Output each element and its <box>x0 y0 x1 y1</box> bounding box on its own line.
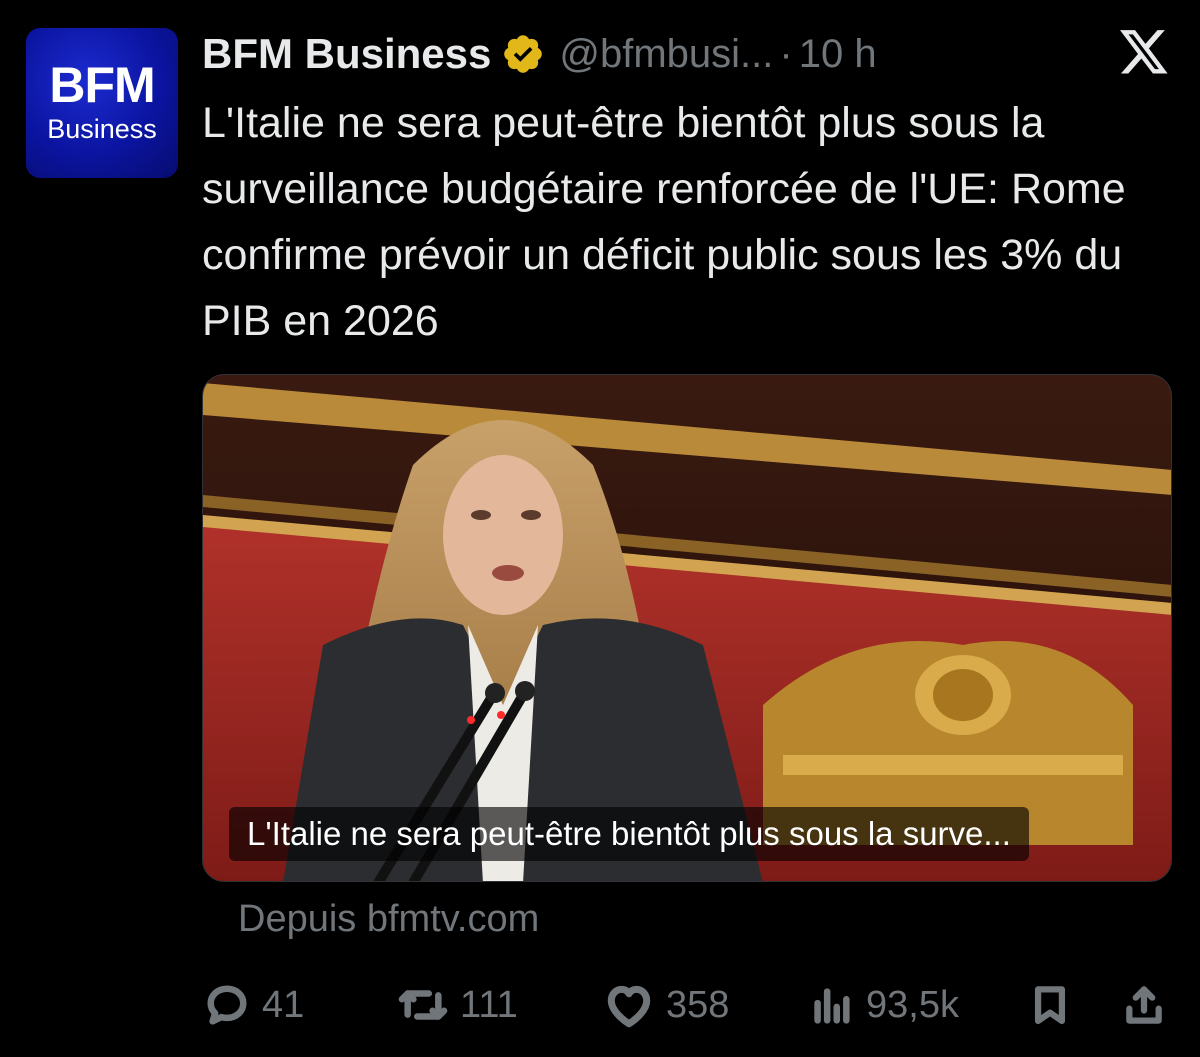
avatar-sub: Business <box>47 113 157 144</box>
author-handle[interactable]: @bfmbusi... <box>559 32 773 77</box>
share-button[interactable] <box>1122 970 1166 1040</box>
heart-icon <box>607 985 651 1028</box>
bookmark-button[interactable] <box>1028 970 1072 1040</box>
repost-count: 111 <box>460 983 518 1026</box>
reply-button[interactable]: 41 <box>204 970 304 1040</box>
x-logo-icon <box>1120 30 1168 74</box>
bookmark-icon <box>1034 986 1066 1025</box>
card-photo <box>203 375 1171 881</box>
views-icon <box>814 988 850 1024</box>
card-title: L'Italie ne sera peut-être bientôt plus … <box>229 807 1029 861</box>
link-card[interactable]: L'Italie ne sera peut-être bientôt plus … <box>202 374 1172 882</box>
card-source[interactable]: Depuis bfmtv.com <box>238 898 539 941</box>
action-bar: 41 111 358 93,5k <box>0 970 1200 1040</box>
reply-count: 41 <box>262 983 305 1026</box>
like-button[interactable]: 358 <box>604 970 729 1040</box>
separator-dot: · <box>779 31 793 76</box>
like-count: 358 <box>666 983 730 1026</box>
verified-badge-icon[interactable] <box>501 32 545 76</box>
tweet-header: BFM Business @bfmbusi... · 10 h <box>202 28 877 80</box>
timestamp[interactable]: 10 h <box>799 32 877 77</box>
tweet-text: L'Italie ne sera peut-être bientôt plus … <box>202 99 1126 345</box>
repost-icon <box>398 990 448 1020</box>
views-count: 93,5k <box>866 983 959 1026</box>
reply-icon <box>207 985 247 1025</box>
author-name[interactable]: BFM Business <box>202 30 491 78</box>
avatar-brand: BFM <box>49 56 155 113</box>
share-icon <box>1126 986 1162 1024</box>
views-button[interactable]: 93,5k <box>808 970 959 1040</box>
repost-button[interactable]: 111 <box>398 970 518 1040</box>
avatar[interactable]: BFM Business <box>26 28 178 178</box>
